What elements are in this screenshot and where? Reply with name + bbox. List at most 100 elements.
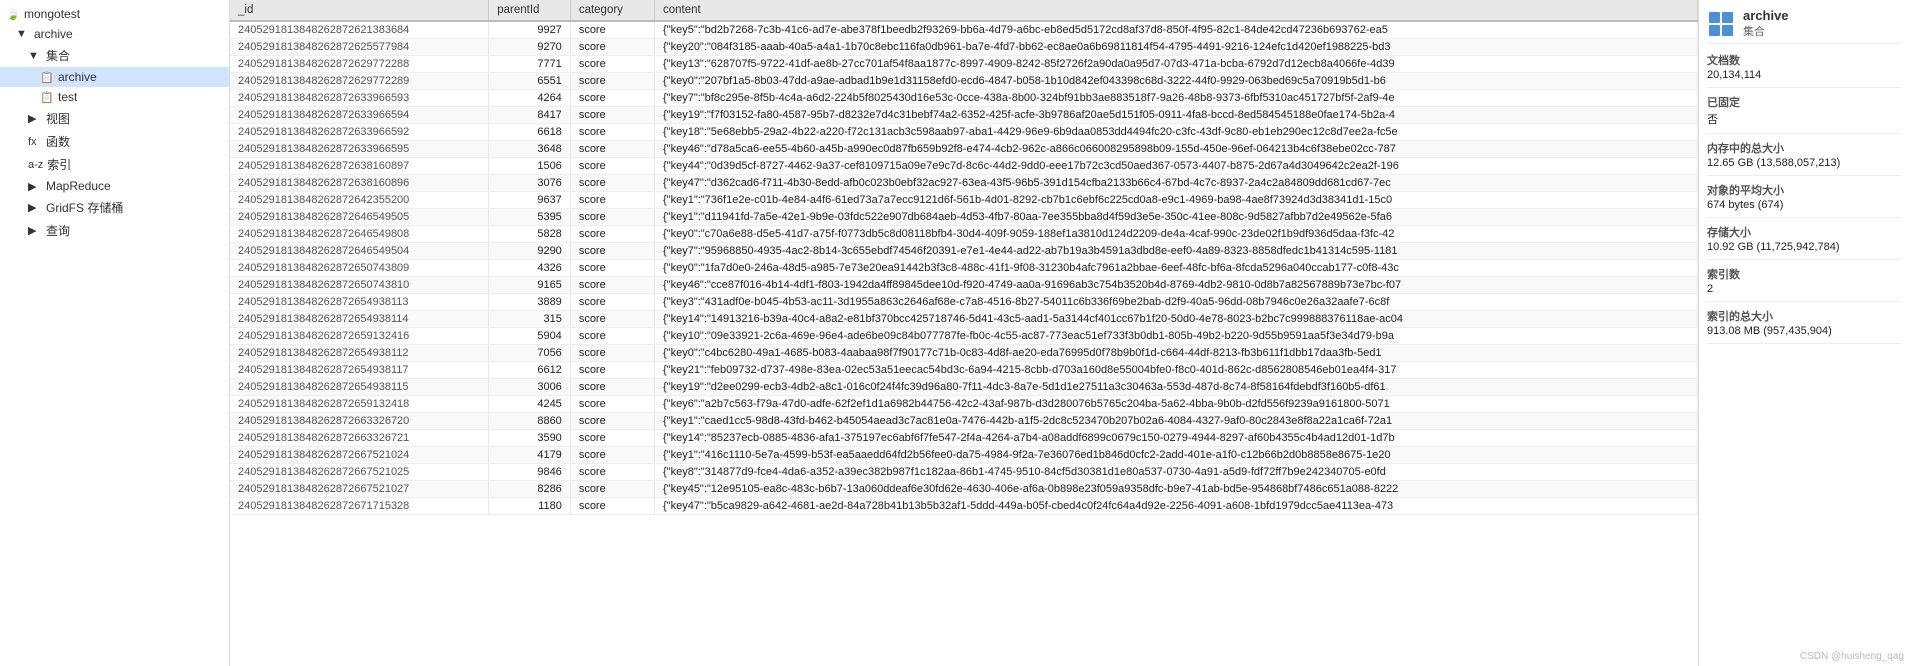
info-label: 存储大小 xyxy=(1707,224,1900,240)
sidebar-icon-mongotest: 🍃 xyxy=(6,8,20,21)
sidebar-label-chaxun: 查询 xyxy=(46,222,70,239)
sidebar-label-suoyin: 索引 xyxy=(47,156,71,173)
info-label: 已固定 xyxy=(1707,94,1900,110)
cell-category: score xyxy=(570,158,654,175)
col-header-content[interactable]: content xyxy=(655,0,1698,21)
table-row[interactable]: 24052918138482628726633267213590score{"k… xyxy=(230,430,1698,447)
table-row[interactable]: 24052918138482628726507438109165score{"k… xyxy=(230,277,1698,294)
col-header-id[interactable]: _id xyxy=(230,0,489,21)
table-row[interactable]: 24052918138482628726717153281180score{"k… xyxy=(230,498,1698,515)
table-row[interactable]: 24052918138482628726465495049290score{"k… xyxy=(230,243,1698,260)
table-row[interactable]: 24052918138482628726633267208860score{"k… xyxy=(230,413,1698,430)
cell-parentid: 3076 xyxy=(489,175,571,192)
table-row[interactable]: 24052918138482628726549381127056score{"k… xyxy=(230,345,1698,362)
right-panel-subtitle: 集合 xyxy=(1743,23,1789,39)
cell-parentid: 9637 xyxy=(489,192,571,209)
cell-category: score xyxy=(570,21,654,39)
sidebar-label-hanshu: 函数 xyxy=(46,133,70,150)
info-value: 2 xyxy=(1707,283,1900,295)
sidebar-item-test-col[interactable]: 📋test xyxy=(0,87,229,107)
table-row[interactable]: 24052918138482628726465495055395score{"k… xyxy=(230,209,1698,226)
table-row[interactable]: 24052918138482628726591324184245score{"k… xyxy=(230,396,1698,413)
cell-content: {"key3":"431adf0e-b045-4b53-ac11-3d1955a… xyxy=(655,294,1698,311)
sidebar-icon-mapreduce: ▶ xyxy=(28,180,42,193)
divider xyxy=(1707,217,1900,218)
sidebar-item-archive-col[interactable]: 📋archive xyxy=(0,67,229,87)
cell-parentid: 3648 xyxy=(489,141,571,158)
table-row[interactable]: 24052918138482628726675210259846score{"k… xyxy=(230,464,1698,481)
table-row[interactable]: 24052918138482628726339665953648score{"k… xyxy=(230,141,1698,158)
table-row[interactable]: 24052918138482628726591324165904score{"k… xyxy=(230,328,1698,345)
table-row[interactable]: 24052918138482628726549381133889score{"k… xyxy=(230,294,1698,311)
cell-id: 2405291813848262872650743809 xyxy=(230,260,489,277)
table-row[interactable]: 24052918138482628726297722887771score{"k… xyxy=(230,56,1698,73)
sidebar-label-test-col: test xyxy=(58,90,77,104)
cell-parentid: 8286 xyxy=(489,481,571,498)
sidebar-item-suoyin[interactable]: a-z 索引 xyxy=(0,153,229,176)
table-row[interactable]: 24052918138482628726381608971506score{"k… xyxy=(230,158,1698,175)
table-row[interactable]: 24052918138482628726465498085828score{"k… xyxy=(230,226,1698,243)
cell-category: score xyxy=(570,73,654,90)
cell-category: score xyxy=(570,277,654,294)
table-row[interactable]: 24052918138482628726423552009637score{"k… xyxy=(230,192,1698,209)
sidebar-label-mongotest: mongotest xyxy=(24,7,80,21)
table-row[interactable]: 24052918138482628726675210278286score{"k… xyxy=(230,481,1698,498)
cell-id: 2405291813848262872671715328 xyxy=(230,498,489,515)
cell-id: 2405291813848262872663326720 xyxy=(230,413,489,430)
cell-parentid: 5828 xyxy=(489,226,571,243)
table-row[interactable]: 24052918138482628726675210244179score{"k… xyxy=(230,447,1698,464)
cell-content: {"key19":"d2ee0299-ecb3-4db2-a8c1-016c0f… xyxy=(655,379,1698,396)
cell-category: score xyxy=(570,39,654,56)
col-header-category[interactable]: category xyxy=(570,0,654,21)
cell-id: 2405291813848262872625577984 xyxy=(230,39,489,56)
cell-id: 2405291813848262872646549505 xyxy=(230,209,489,226)
sidebar-item-archive-db[interactable]: ▼archive xyxy=(0,24,229,44)
sidebar-item-shitu[interactable]: ▶视图 xyxy=(0,107,229,130)
table-row[interactable]: 24052918138482628726255779849270score{"k… xyxy=(230,39,1698,56)
table-row[interactable]: 24052918138482628726507438094326score{"k… xyxy=(230,260,1698,277)
table-row[interactable]: 24052918138482628726549381153006score{"k… xyxy=(230,379,1698,396)
cell-category: score xyxy=(570,328,654,345)
sidebar-icon-shitu: ▶ xyxy=(28,112,42,125)
divider xyxy=(1707,175,1900,176)
table-row[interactable]: 24052918138482628726381608963076score{"k… xyxy=(230,175,1698,192)
table-row[interactable]: 24052918138482628726213836849927score{"k… xyxy=(230,21,1698,39)
cell-content: {"key19":"f7f03152-fa80-4587-95b7-d8232e… xyxy=(655,107,1698,124)
cell-content: {"key14":"14913216-b39a-40c4-a8a2-e81bf3… xyxy=(655,311,1698,328)
sidebar-item-hanshu[interactable]: fx函数 xyxy=(0,130,229,153)
cell-content: {"key0":"207bf1a5-8b03-47dd-a9ae-adbad1b… xyxy=(655,73,1698,90)
sidebar-item-gridfs[interactable]: ▶GridFS 存储桶 xyxy=(0,196,229,219)
info-label: 索引数 xyxy=(1707,266,1900,282)
cell-parentid: 6551 xyxy=(489,73,571,90)
cell-category: score xyxy=(570,209,654,226)
cell-content: {"key47":"d362cad6-f711-4b30-8edd-afb0c0… xyxy=(655,175,1698,192)
sidebar-label-archive-col: archive xyxy=(58,70,97,84)
cell-id: 2405291813848262872650743810 xyxy=(230,277,489,294)
sidebar-icon-jijie: ▼ xyxy=(28,50,42,62)
table-row[interactable]: 24052918138482628726297722896551score{"k… xyxy=(230,73,1698,90)
sidebar-item-mapreduce[interactable]: ▶MapReduce xyxy=(0,176,229,196)
cell-parentid: 4245 xyxy=(489,396,571,413)
sidebar-item-chaxun[interactable]: ▶查询 xyxy=(0,219,229,242)
table-row[interactable]: 2405291813848262872654938114315score{"ke… xyxy=(230,311,1698,328)
sidebar-item-jijie[interactable]: ▼集合 xyxy=(0,44,229,67)
cell-category: score xyxy=(570,396,654,413)
cell-content: {"key46":"d78a5ca6-ee55-4b60-a45b-a990ec… xyxy=(655,141,1698,158)
table-row[interactable]: 24052918138482628726339665934264score{"k… xyxy=(230,90,1698,107)
table-container[interactable]: _id parentId category content 2405291813… xyxy=(230,0,1698,666)
info-value: 913.08 MB (957,435,904) xyxy=(1707,325,1900,337)
table-row[interactable]: 24052918138482628726339665948417score{"k… xyxy=(230,107,1698,124)
cell-parentid: 4326 xyxy=(489,260,571,277)
cell-id: 2405291813848262872646549504 xyxy=(230,243,489,260)
table-row[interactable]: 24052918138482628726339665926618score{"k… xyxy=(230,124,1698,141)
cell-category: score xyxy=(570,192,654,209)
cell-id: 2405291813848262872646549808 xyxy=(230,226,489,243)
sidebar-item-mongotest[interactable]: 🍃 mongotest xyxy=(0,4,229,24)
right-panel-fields: 文档数20,134,114已固定否内存中的总大小12.65 GB (13,588… xyxy=(1707,52,1900,344)
cell-content: {"key1":"416c1110-5e7a-4599-b53f-ea5aaed… xyxy=(655,447,1698,464)
table-row[interactable]: 24052918138482628726549381176612score{"k… xyxy=(230,362,1698,379)
cell-id: 2405291813848262872638160897 xyxy=(230,158,489,175)
sidebar-icon-suoyin: a-z xyxy=(28,159,43,171)
cell-parentid: 3590 xyxy=(489,430,571,447)
col-header-parentid[interactable]: parentId xyxy=(489,0,571,21)
